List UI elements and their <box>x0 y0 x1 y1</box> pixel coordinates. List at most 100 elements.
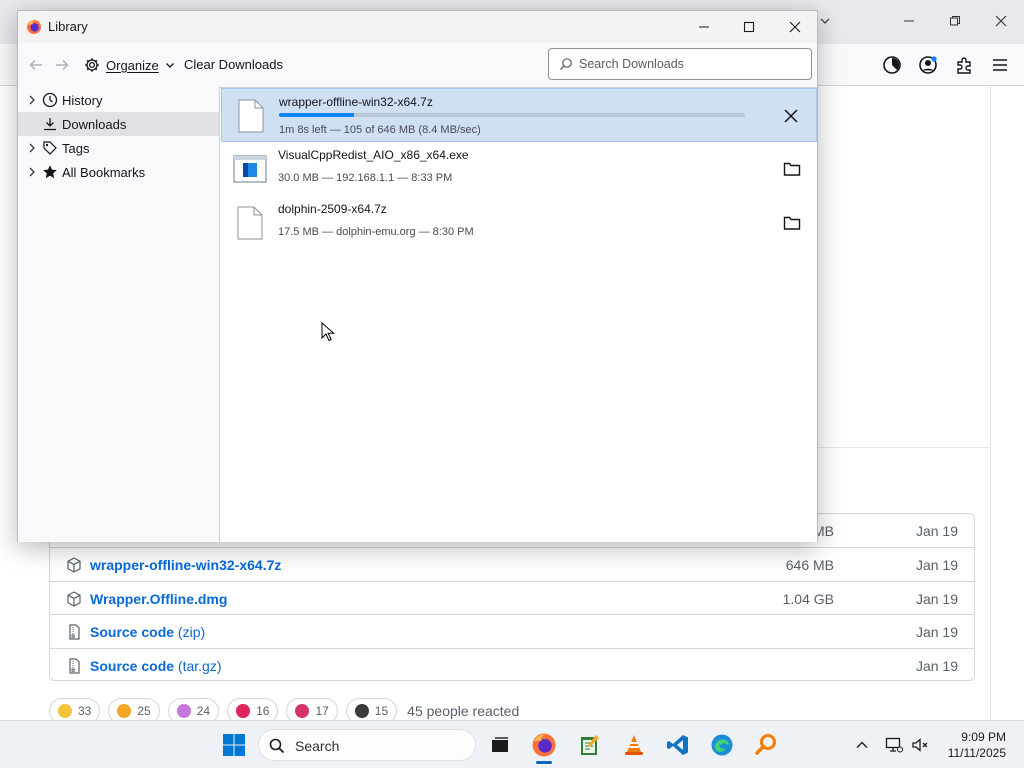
asset-link[interactable]: wrapper-offline-win32-x64.7z <box>90 557 281 573</box>
reaction-count: 24 <box>196 704 211 718</box>
organize-label: Organize <box>106 57 159 73</box>
reaction-count: 25 <box>137 704 151 718</box>
chevron-right-icon[interactable] <box>26 94 38 106</box>
download-progress-bar <box>279 113 745 117</box>
download-status: 1m 8s left — 105 of 646 MB (8.4 MB/sec) <box>279 124 481 136</box>
tray-overflow-chevron-icon[interactable] <box>852 735 872 755</box>
reactions-summary: 45 people reacted <box>407 703 520 719</box>
asset-date: Jan 19 <box>915 658 958 674</box>
system-clock[interactable]: 9:09 PM 11/11/2025 <box>948 729 1006 761</box>
reaction-count: 17 <box>315 704 329 718</box>
asset-row[interactable]: Source code (zip) Jan 19 <box>50 614 974 648</box>
mouse-cursor-icon <box>321 322 335 342</box>
page-divider <box>990 86 991 720</box>
show-in-folder-button[interactable] <box>781 212 803 234</box>
folder-icon <box>783 216 801 230</box>
chevron-down-icon <box>165 63 174 68</box>
chevron-right-icon[interactable] <box>26 142 38 154</box>
sidebar-item-history[interactable]: History <box>18 88 219 112</box>
download-filename: wrapper-offline-win32-x64.7z <box>279 95 433 109</box>
account-icon[interactable] <box>916 53 940 77</box>
tag-icon <box>43 141 57 155</box>
hooray-icon <box>176 704 191 718</box>
notepad-icon <box>581 735 599 755</box>
library-maximize-button[interactable] <box>727 14 771 40</box>
history-timer-icon[interactable] <box>880 53 904 77</box>
taskbar-search-app[interactable] <box>750 729 782 761</box>
firefox-logo-icon <box>27 20 41 34</box>
sidebar-item-tags[interactable]: Tags <box>18 136 219 160</box>
clock-time: 9:09 PM <box>961 730 1006 744</box>
search-icon <box>560 58 572 70</box>
forward-arrow-icon[interactable] <box>52 55 72 75</box>
eyes-icon <box>354 704 369 718</box>
sidebar-item-label: Downloads <box>62 117 127 132</box>
library-minimize-button[interactable] <box>682 14 726 40</box>
search-icon <box>269 738 285 754</box>
back-arrow-icon[interactable] <box>26 55 46 75</box>
download-filename: dolphin-2509-x64.7z <box>278 202 387 216</box>
gear-icon <box>85 58 99 72</box>
library-close-button[interactable] <box>773 14 817 40</box>
taskbar-vlc[interactable] <box>618 729 650 761</box>
asset-link[interactable]: Source code (tar.gz) <box>90 658 222 674</box>
taskbar-firefox[interactable] <box>528 729 560 761</box>
search-downloads-field[interactable] <box>548 48 812 80</box>
browser-restore-button[interactable] <box>940 8 970 34</box>
file-icon <box>237 206 263 240</box>
taskbar-search[interactable]: Search <box>258 729 476 761</box>
sidebar-item-all-bookmarks[interactable]: All Bookmarks <box>18 160 219 184</box>
asset-link[interactable]: Source code (zip) <box>90 624 205 640</box>
package-icon <box>67 557 81 573</box>
speaker-icon[interactable] <box>910 735 930 755</box>
download-progress-fill <box>279 113 354 117</box>
vlc-icon <box>625 735 643 755</box>
edge-icon <box>711 734 733 756</box>
reaction-count: 15 <box>374 704 389 718</box>
library-title: Library <box>48 19 88 34</box>
browser-close-button[interactable] <box>986 8 1016 34</box>
network-icon[interactable] <box>884 735 904 755</box>
cancel-icon <box>784 109 798 123</box>
clear-downloads-button[interactable]: Clear Downloads <box>184 57 283 72</box>
library-window: Library Organize Clear Downloads Search … <box>17 10 818 542</box>
asset-link[interactable]: Wrapper.Offline.dmg <box>90 591 227 607</box>
taskbar-search-label: Search <box>295 738 340 754</box>
sidebar-item-downloads[interactable]: Downloads <box>18 112 219 136</box>
clock-date: 11/11/2025 <box>947 746 1006 760</box>
laugh-icon <box>117 704 132 718</box>
asset-date: Jan 19 <box>915 523 958 539</box>
download-item[interactable]: VisualCppRedist_AIO_x86_x64.exe 30.0 MB … <box>221 142 817 196</box>
show-in-folder-button[interactable] <box>781 158 803 180</box>
asset-size: 1.04 GB <box>782 591 834 607</box>
cancel-download-button[interactable] <box>780 105 802 127</box>
asset-row[interactable]: wrapper-offline-win32-x64.7z 646 MB Jan … <box>50 547 974 581</box>
asset-row[interactable]: Source code (tar.gz) Jan 19 <box>50 648 974 682</box>
taskbar-edge[interactable] <box>706 729 738 761</box>
download-item[interactable]: wrapper-offline-win32-x64.7z 1m 8s left … <box>221 88 817 142</box>
active-app-indicator <box>536 761 552 764</box>
browser-minimize-button[interactable] <box>894 8 924 34</box>
library-toolbar: Organize Clear Downloads <box>18 43 817 87</box>
task-view-button[interactable] <box>484 729 516 761</box>
installer-icon <box>233 155 267 183</box>
rocket-icon <box>295 704 310 718</box>
task-view-icon <box>492 737 508 752</box>
search-downloads-input[interactable] <box>579 55 799 73</box>
chevron-right-icon[interactable] <box>26 166 38 178</box>
file-zip-icon <box>69 624 80 640</box>
menu-icon[interactable] <box>988 53 1012 77</box>
download-item[interactable]: dolphin-2509-x64.7z 17.5 MB — dolphin-em… <box>221 196 817 250</box>
taskbar-notepad[interactable] <box>574 729 606 761</box>
asset-row[interactable]: Wrapper.Offline.dmg 1.04 GB Jan 19 <box>50 581 974 615</box>
heart-icon <box>236 704 251 718</box>
asset-link-label: Source code <box>90 624 175 640</box>
firefox-icon <box>532 733 556 757</box>
library-titlebar: Library <box>18 11 817 43</box>
download-icon <box>44 118 56 131</box>
extensions-icon[interactable] <box>952 53 976 77</box>
organize-button[interactable]: Organize <box>84 55 175 75</box>
start-button[interactable] <box>218 729 250 761</box>
taskbar-vscode[interactable] <box>662 729 694 761</box>
library-sidebar: History Downloads Tags All Bookmarks <box>18 87 219 542</box>
